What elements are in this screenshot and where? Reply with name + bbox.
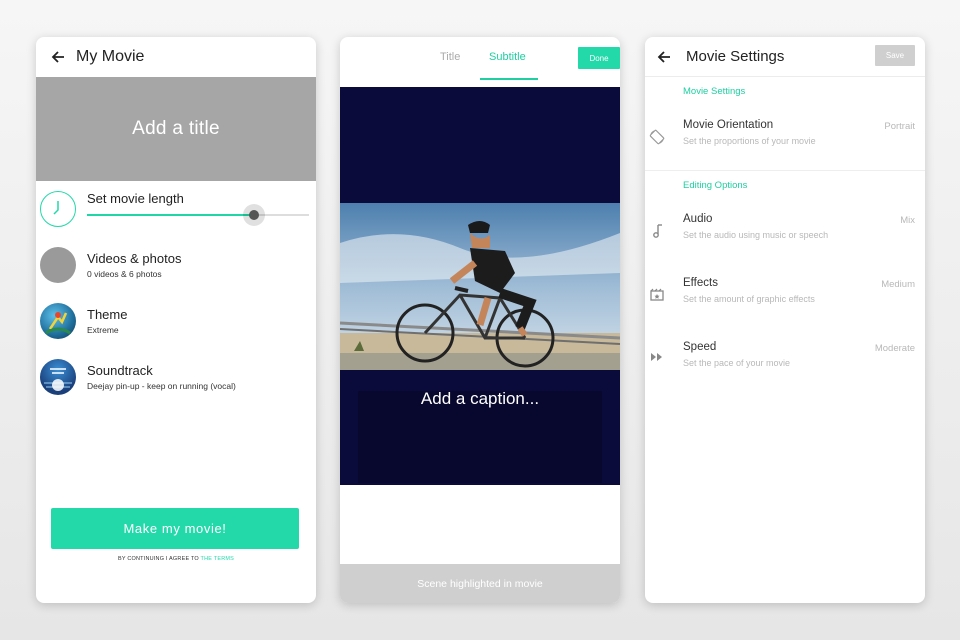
setting-value: Portrait [884, 121, 915, 132]
terms-link[interactable]: THE TERMS [201, 556, 234, 562]
section-divider [645, 170, 925, 171]
terms-prefix: BY CONTINUING I AGREE TO [117, 556, 199, 562]
setting-value: Mix [900, 215, 915, 226]
setting-title: Effects [683, 277, 718, 289]
videos-photos-title: Videos & photos [87, 251, 182, 266]
movie-length-row: Set movie length [36, 181, 316, 241]
soundtrack-row[interactable]: Soundtrack Deejay pin-up - keep on runni… [36, 357, 316, 407]
slider-fill [87, 214, 254, 216]
videos-photos-count: 0 videos & 6 photos [87, 269, 162, 279]
movie-length-slider[interactable] [87, 204, 309, 226]
setting-speed[interactable]: Speed Set the pace of your movie Moderat… [645, 341, 925, 381]
active-tab-indicator [480, 78, 538, 80]
editor-tabs-bar: Title Subtitle Done [340, 37, 620, 87]
terms-notice: BY CONTINUING I AGREE TO THE TERMS [36, 556, 316, 562]
theme-value: Extreme [87, 325, 119, 335]
scene-highlight-banner: Scene highlighted in movie [340, 564, 620, 603]
app-bar: My Movie [36, 37, 316, 77]
theme-title: Theme [87, 307, 128, 322]
setting-movie-orientation[interactable]: Movie Orientation Set the proportions of… [645, 119, 925, 169]
caption-input[interactable]: Add a caption... [340, 389, 620, 409]
slider-thumb[interactable] [243, 204, 265, 226]
setting-audio[interactable]: Audio Set the audio using music or speec… [645, 213, 925, 263]
my-movie-screen: My Movie Add a title Set movie length Vi… [36, 37, 316, 603]
scene-preview: Add a caption... [340, 87, 620, 485]
clock-icon [40, 191, 76, 227]
page-title: Movie Settings [686, 48, 785, 65]
movie-length-label: Set movie length [87, 191, 184, 206]
setting-value: Moderate [874, 343, 915, 354]
make-movie-button[interactable]: Make my movie! [51, 508, 299, 549]
app-bar: Movie Settings Save [645, 37, 925, 77]
save-button[interactable]: Save [875, 45, 915, 66]
movie-settings-screen: Movie Settings Save Movie Settings Movie… [645, 37, 925, 603]
setting-title: Audio [683, 213, 713, 225]
setting-description: Set the amount of graphic effects [683, 294, 815, 304]
setting-value: Medium [881, 279, 915, 290]
fast-forward-icon [649, 349, 665, 365]
setting-title: Speed [683, 341, 717, 353]
back-arrow-icon[interactable] [44, 43, 72, 71]
soundtrack-thumbnail [40, 359, 76, 395]
setting-effects[interactable]: Effects Set the amount of graphic effect… [645, 277, 925, 327]
soundtrack-title: Soundtrack [87, 363, 153, 378]
media-thumbnail-placeholder [40, 247, 76, 283]
videos-photos-row[interactable]: Videos & photos 0 videos & 6 photos [36, 245, 316, 295]
done-button[interactable]: Done [578, 47, 620, 69]
add-title-banner[interactable]: Add a title [36, 77, 316, 181]
page-title: My Movie [76, 48, 145, 65]
film-effects-icon [649, 287, 665, 303]
tab-subtitle[interactable]: Subtitle [489, 51, 526, 63]
tab-title[interactable]: Title [440, 51, 460, 63]
soundtrack-value: Deejay pin-up - keep on running (vocal) [87, 381, 236, 391]
theme-thumbnail [40, 303, 76, 339]
setting-description: Set the proportions of your movie [683, 136, 816, 146]
setting-description: Set the pace of your movie [683, 358, 791, 368]
setting-title: Movie Orientation [683, 119, 774, 131]
caption-editor-screen: Title Subtitle Done Add a caption... Sce… [340, 37, 620, 603]
music-note-icon [649, 223, 665, 239]
section-heading-editing-options: Editing Options [683, 180, 748, 191]
theme-row[interactable]: Theme Extreme [36, 301, 316, 351]
scene-photo [340, 203, 620, 370]
section-heading-movie-settings: Movie Settings [683, 86, 746, 97]
orientation-icon [649, 129, 665, 145]
back-arrow-icon[interactable] [650, 43, 678, 71]
setting-description: Set the audio using music or speech [683, 230, 829, 240]
